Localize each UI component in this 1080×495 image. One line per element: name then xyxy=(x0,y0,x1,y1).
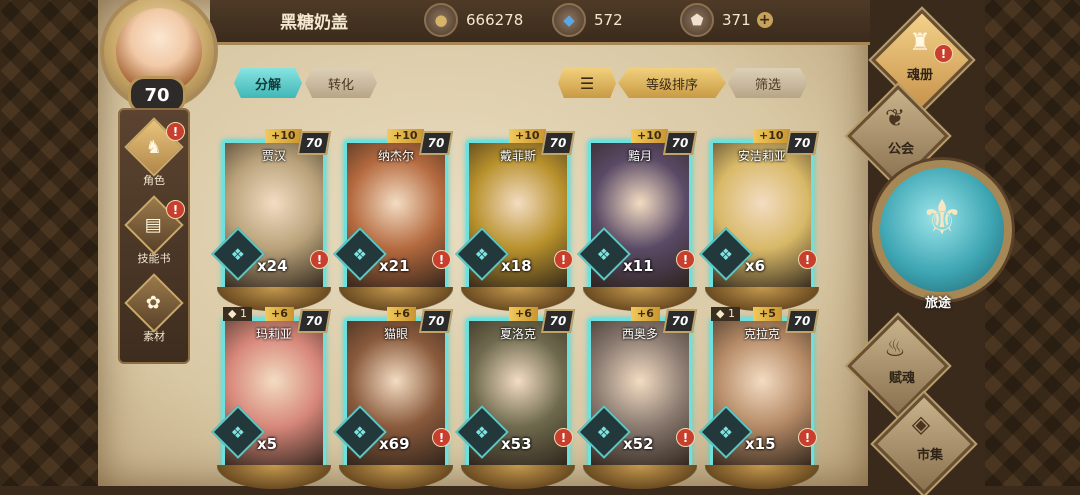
card-pedestal xyxy=(217,465,331,489)
star-rank-badge: ◆ 1 xyxy=(711,307,740,321)
enhance-level-badge: +6 xyxy=(631,307,660,321)
journey-label: 旅途 xyxy=(924,296,951,311)
alert-icon: ! xyxy=(310,250,329,269)
market-label: 市集 xyxy=(916,448,943,463)
background-left xyxy=(0,0,100,486)
hero-level-badge: 70 xyxy=(662,309,698,333)
side-menu: ♞ 角色 ! ▤ 技能书 ! ✿ 素材 xyxy=(118,108,190,364)
hero-level-badge: 70 xyxy=(418,131,454,155)
journey-emblem-icon: ⚜ xyxy=(920,190,964,246)
sort-order-button[interactable]: ☰ xyxy=(558,68,616,98)
star-rank-badge: ◆ 1 xyxy=(223,307,252,321)
alert-icon: ! xyxy=(676,250,695,269)
fusing-soul-label: 赋魂 xyxy=(888,371,915,386)
fragment-count: x15 xyxy=(745,435,776,453)
hero-level-badge: 70 xyxy=(296,309,332,333)
hero-level-badge: 70 xyxy=(540,309,576,333)
alert-icon: ! xyxy=(676,428,695,447)
fusing-soul-icon: ♨ xyxy=(884,334,906,362)
hero-card[interactable]: 贾汉 +10 70 ❖ x24! xyxy=(211,129,332,311)
hero-card[interactable]: 猫眼 +6 70 ❖ x69! xyxy=(333,307,454,489)
card-pedestal xyxy=(705,465,819,489)
alert-icon: ! xyxy=(554,428,573,447)
alert-icon: ! xyxy=(798,250,817,269)
enhance-level-badge: +10 xyxy=(509,129,546,143)
alert-icon: ! xyxy=(934,44,953,63)
enhance-level-badge: +5 xyxy=(753,307,782,321)
player-name: 黑糖奶盖 xyxy=(280,13,348,33)
add-gem-button[interactable]: + xyxy=(756,12,773,28)
guild-icon: ❦ xyxy=(884,104,906,132)
sort-icon: ☰ xyxy=(579,73,595,93)
enhance-level-badge: +6 xyxy=(509,307,538,321)
hero-card[interactable]: 夏洛克 +6 70 ❖ x53! xyxy=(455,307,576,489)
hero-card[interactable]: 安洁莉亚 +10 70 ❖ x6! xyxy=(699,129,820,311)
tab-convert[interactable]: 转化 xyxy=(305,68,377,98)
hero-level-badge: 70 xyxy=(540,131,576,155)
market-icon: ◈ xyxy=(911,410,931,438)
hero-card[interactable]: 戴菲斯 +10 70 ❖ x18! xyxy=(455,129,576,311)
fragment-count: x52 xyxy=(623,435,654,453)
gold-value: 666278 xyxy=(466,11,524,29)
gem-value: 371 xyxy=(722,11,751,29)
fragment-count: x24 xyxy=(257,257,288,275)
tab-decompose[interactable]: 分解 xyxy=(234,68,302,98)
side-item-materials[interactable]: ✿ 素材 xyxy=(120,273,188,344)
hero-card[interactable]: 黯月 +10 70 ❖ x11! xyxy=(577,129,698,311)
card-pedestal xyxy=(339,465,453,489)
fragment-count: x69 xyxy=(379,435,410,453)
hero-level-badge: 70 xyxy=(296,131,332,155)
card-pedestal xyxy=(461,465,575,489)
blue-crystal-icon: ◆ xyxy=(552,3,586,37)
enhance-level-badge: +10 xyxy=(387,129,424,143)
fragment-count: x21 xyxy=(379,257,410,275)
card-pedestal xyxy=(583,465,697,489)
filter-button[interactable]: 筛选 xyxy=(728,68,808,98)
side-item-character[interactable]: ♞ 角色 ! xyxy=(120,117,188,188)
fragment-count: x5 xyxy=(257,435,278,453)
hero-level-badge: 70 xyxy=(662,131,698,155)
hero-card[interactable]: 纳杰尔 +10 70 ❖ x21! xyxy=(333,129,454,311)
enhance-level-badge: +10 xyxy=(753,129,790,143)
materials-icon: ✿ xyxy=(124,273,184,333)
hero-level-badge: 70 xyxy=(784,309,820,333)
hero-card[interactable]: 玛莉亚 ◆ 1 +6 70 ❖ x5 xyxy=(211,307,332,489)
alert-icon: ! xyxy=(166,200,185,219)
side-item-skill-book[interactable]: ▤ 技能书 ! xyxy=(120,195,188,266)
gem-icon: ⬟ xyxy=(680,3,714,37)
soul-book-label: 魂册 xyxy=(906,68,933,83)
fragment-count: x18 xyxy=(501,257,532,275)
crystal-value: 572 xyxy=(594,11,623,29)
crystal-resource[interactable]: ◆ 572 xyxy=(552,3,623,37)
gold-coin-icon: ● xyxy=(424,3,458,37)
enhance-level-badge: +10 xyxy=(265,129,302,143)
alert-icon: ! xyxy=(432,428,451,447)
fragment-count: x11 xyxy=(623,257,654,275)
enhance-level-badge: +6 xyxy=(265,307,294,321)
hero-level-badge: 70 xyxy=(418,309,454,333)
journey-button[interactable]: ⚜ xyxy=(872,160,1012,300)
hero-card[interactable]: 克拉克 ◆ 1 +5 70 ❖ x15! xyxy=(699,307,820,489)
alert-icon: ! xyxy=(554,250,573,269)
fragment-count: x6 xyxy=(745,257,766,275)
alert-icon: ! xyxy=(432,250,451,269)
gem-resource[interactable]: ⬟ 371 + xyxy=(680,3,773,37)
enhance-level-badge: +6 xyxy=(387,307,416,321)
enhance-level-badge: +10 xyxy=(631,129,668,143)
alert-icon: ! xyxy=(798,428,817,447)
gold-resource[interactable]: ● 666278 xyxy=(424,3,524,37)
alert-icon: ! xyxy=(166,122,185,141)
guild-label: 公会 xyxy=(887,142,914,157)
level-sort-button[interactable]: 等级排序 xyxy=(618,68,726,98)
hero-card[interactable]: 西奥多 +6 70 ❖ x52! xyxy=(577,307,698,489)
hero-level-badge: 70 xyxy=(784,131,820,155)
fragment-count: x53 xyxy=(501,435,532,453)
